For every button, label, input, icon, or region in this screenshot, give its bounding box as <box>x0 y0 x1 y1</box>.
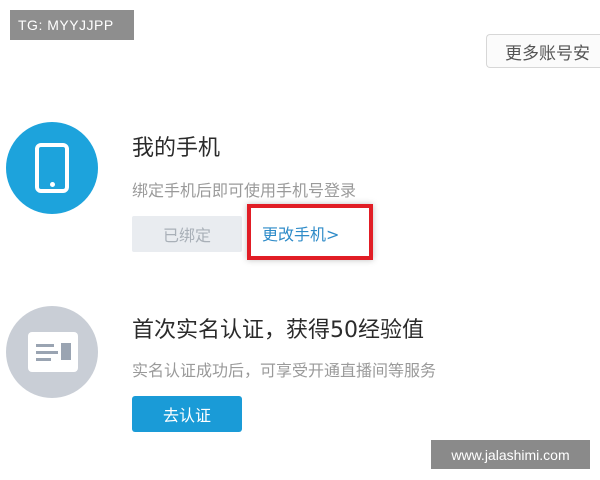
change-phone-link[interactable]: 更改手机> <box>262 221 339 245</box>
verify-section-subtitle: 实名认证成功后，可享受开通直播间等服务 <box>132 361 437 380</box>
watermark-bottom-right: www.jalashimi.com <box>431 440 590 469</box>
phone-glyph <box>35 143 69 193</box>
phone-section-title: 我的手机 <box>132 136 221 161</box>
watermark-top-left: TG: MYYJJPP <box>10 10 134 40</box>
bound-status-button: 已绑定 <box>132 216 242 252</box>
id-card-icon <box>6 306 98 398</box>
phone-section-subtitle: 绑定手机后即可使用手机号登录 <box>132 181 357 200</box>
id-card-glyph <box>28 332 78 372</box>
phone-icon <box>6 122 98 214</box>
verify-section-title: 首次实名认证，获得50经验值 <box>132 318 424 343</box>
verify-button[interactable]: 去认证 <box>132 396 242 432</box>
more-account-security-button[interactable]: 更多账号安 <box>486 34 600 68</box>
